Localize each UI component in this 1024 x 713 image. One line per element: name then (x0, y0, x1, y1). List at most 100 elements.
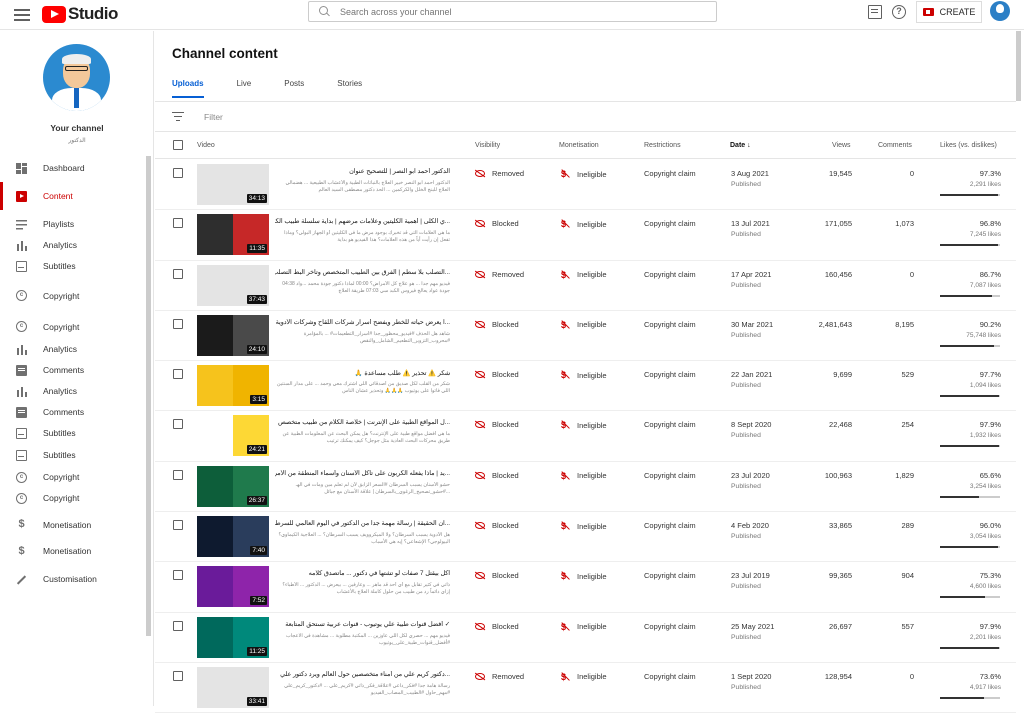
video-title[interactable]: ...التصلب بلا سطم | الفرق بين الطبيب الم… (275, 269, 450, 276)
sidebar-scrollbar[interactable] (146, 156, 151, 636)
tab-uploads[interactable]: Uploads (172, 79, 204, 98)
row-checkbox[interactable] (173, 469, 183, 480)
sidebar-item-monetisation[interactable]: Monetisation (0, 512, 145, 537)
help-icon[interactable]: ? (892, 5, 906, 19)
video-thumbnail[interactable]: 7:52 (197, 566, 269, 608)
table-row[interactable]: 11:35 ...ي الكلى | أهمية الكليتين وعلامات… (155, 210, 1016, 261)
restriction-status[interactable]: Copyright claim (644, 672, 696, 681)
restriction-status[interactable]: Copyright claim (644, 370, 696, 379)
restriction-status[interactable]: Copyright claim (644, 169, 696, 178)
row-checkbox[interactable] (173, 318, 183, 329)
visibility-status[interactable]: Blocked (475, 571, 519, 580)
filter-icon[interactable] (172, 112, 184, 121)
account-avatar[interactable] (990, 1, 1010, 21)
video-thumbnail[interactable]: 11:25 (197, 616, 269, 658)
video-thumbnail[interactable]: 7:40 (197, 516, 269, 558)
row-checkbox[interactable] (173, 670, 183, 681)
visibility-status[interactable]: Blocked (475, 622, 519, 631)
video-title[interactable]: ...ي الكلى | أهمية الكليتين وعلامات مرضه… (275, 218, 450, 225)
monetisation-status[interactable]: $ Ineligible (561, 169, 607, 179)
restriction-status[interactable]: Copyright claim (644, 571, 696, 580)
select-all-checkbox[interactable] (173, 140, 183, 150)
video-title[interactable]: ...دكتور كريم علي من أمناء متخصصين حول ا… (275, 671, 450, 678)
video-thumbnail[interactable]: 24:21 (197, 415, 269, 457)
table-row[interactable]: 26:37 ...يد | ماذا يفعله الكربون على تاكل… (155, 462, 1016, 513)
video-title[interactable]: اكل بيقتل 7 صفات لو تشتها في دكتور ... م… (275, 570, 450, 577)
restriction-status[interactable]: Copyright claim (644, 622, 696, 631)
col-monetisation[interactable]: Monetisation (559, 142, 599, 149)
table-row[interactable]: 34:13 الدكتور أحمد ابو النصر | للتصحيح عن… (155, 160, 1016, 211)
sidebar-item-analytics[interactable]: Analytics (0, 384, 145, 398)
visibility-status[interactable]: Blocked (475, 219, 519, 228)
restriction-status[interactable]: Copyright claim (644, 270, 696, 279)
table-row[interactable]: 7:52 اكل بيقتل 7 صفات لو تشتها في دكتور .… (155, 562, 1016, 613)
video-title[interactable]: ...ل المواقع الطبية على الإنترنت | خلاصة… (275, 419, 450, 426)
visibility-status[interactable]: Blocked (475, 521, 519, 530)
sidebar-item-monetisation[interactable]: Monetisation (0, 537, 145, 565)
table-row[interactable]: 3:15 شكر ⚠️ تحذير ⚠️ طلب مساعدة 🙏 شكر من ا… (155, 361, 1016, 412)
monetisation-status[interactable]: $ Ineligible (561, 622, 607, 632)
sidebar-item-comments[interactable]: Comments (0, 398, 145, 426)
monetisation-status[interactable]: $ Ineligible (561, 219, 607, 229)
visibility-status[interactable]: Removed (475, 672, 524, 681)
create-button[interactable]: CREATE (916, 1, 982, 23)
sidebar-item-playlists[interactable]: Playlists (0, 210, 145, 238)
table-row[interactable]: 11:25 ✓ أفضل قنوات طبية علي يوتيوب - قنوا… (155, 613, 1016, 663)
visibility-status[interactable]: Removed (475, 169, 524, 178)
sidebar-item-subtitles[interactable]: Subtitles (0, 252, 145, 280)
row-checkbox[interactable] (173, 419, 183, 430)
sidebar-item-analytics[interactable]: Analytics (0, 238, 145, 252)
sidebar-item-subtitles[interactable]: Subtitles (0, 426, 145, 440)
row-checkbox[interactable] (173, 570, 183, 581)
search-input[interactable] (340, 6, 700, 17)
sidebar-item-copyright[interactable]: Copyright (0, 280, 145, 311)
monetisation-status[interactable]: $ Ineligible (561, 571, 607, 581)
visibility-status[interactable]: Removed (475, 270, 524, 279)
main-scrollbar[interactable] (1016, 31, 1021, 101)
visibility-status[interactable]: Blocked (475, 471, 519, 480)
sidebar-item-analytics[interactable]: Analytics (0, 342, 145, 356)
row-checkbox[interactable] (173, 268, 183, 279)
sidebar-item-copyright[interactable]: Copyright (0, 484, 145, 512)
monetisation-status[interactable]: $ Ineligible (561, 672, 607, 682)
table-row[interactable]: 24:21 ...ل المواقع الطبية على الإنترنت | … (155, 411, 1016, 462)
tab-live[interactable]: Live (237, 79, 252, 98)
video-thumbnail[interactable]: 24:10 (197, 314, 269, 356)
visibility-status[interactable]: Blocked (475, 420, 519, 429)
sidebar-item-copyright[interactable]: Copyright (0, 470, 145, 484)
filter-input[interactable]: Filter (204, 112, 223, 122)
monetisation-status[interactable]: $ Ineligible (561, 521, 607, 531)
tab-stories[interactable]: Stories (337, 79, 362, 98)
video-title[interactable]: ✓ أفضل قنوات طبية علي يوتيوب - قنوات عرب… (275, 621, 450, 628)
video-thumbnail[interactable]: 3:15 (197, 365, 269, 407)
sidebar-item-content[interactable]: Content (0, 182, 145, 210)
restriction-status[interactable]: Copyright claim (644, 521, 696, 530)
row-checkbox[interactable] (173, 369, 183, 380)
monetisation-status[interactable]: $ Ineligible (561, 420, 607, 430)
col-comments[interactable]: Comments (878, 142, 912, 149)
row-checkbox[interactable] (173, 168, 183, 178)
col-visibility[interactable]: Visibility (475, 142, 500, 149)
sidebar-item-comments[interactable]: Comments (0, 356, 145, 384)
monetisation-status[interactable]: $ Ineligible (561, 370, 607, 380)
search-box[interactable] (308, 1, 717, 22)
restriction-status[interactable]: Copyright claim (644, 320, 696, 329)
video-title[interactable]: شكر ⚠️ تحذير ⚠️ طلب مساعدة 🙏 (275, 369, 450, 377)
channel-avatar[interactable] (43, 44, 110, 111)
video-thumbnail[interactable]: 26:37 (197, 465, 269, 507)
feedback-icon[interactable] (868, 5, 882, 19)
col-restrictions[interactable]: Restrictions (644, 142, 681, 149)
table-row[interactable]: 24:10 ...ا يعرض حياته للخطر ويفضح أسرار ش… (155, 311, 1016, 362)
studio-logo[interactable]: Studio (42, 4, 118, 24)
col-views[interactable]: Views (832, 142, 851, 149)
row-checkbox[interactable] (173, 620, 183, 631)
video-thumbnail[interactable]: 37:43 (197, 264, 269, 306)
restriction-status[interactable]: Copyright claim (644, 219, 696, 228)
row-checkbox[interactable] (173, 520, 183, 531)
col-likes[interactable]: Likes (vs. dislikes) (940, 142, 997, 149)
sidebar-item-subtitles[interactable]: Subtitles (0, 440, 145, 470)
tab-posts[interactable]: Posts (284, 79, 304, 98)
monetisation-status[interactable]: $ Ineligible (561, 471, 607, 481)
row-checkbox[interactable] (173, 218, 183, 229)
table-row[interactable]: 33:41 ...دكتور كريم علي من أمناء متخصصين … (155, 663, 1016, 713)
